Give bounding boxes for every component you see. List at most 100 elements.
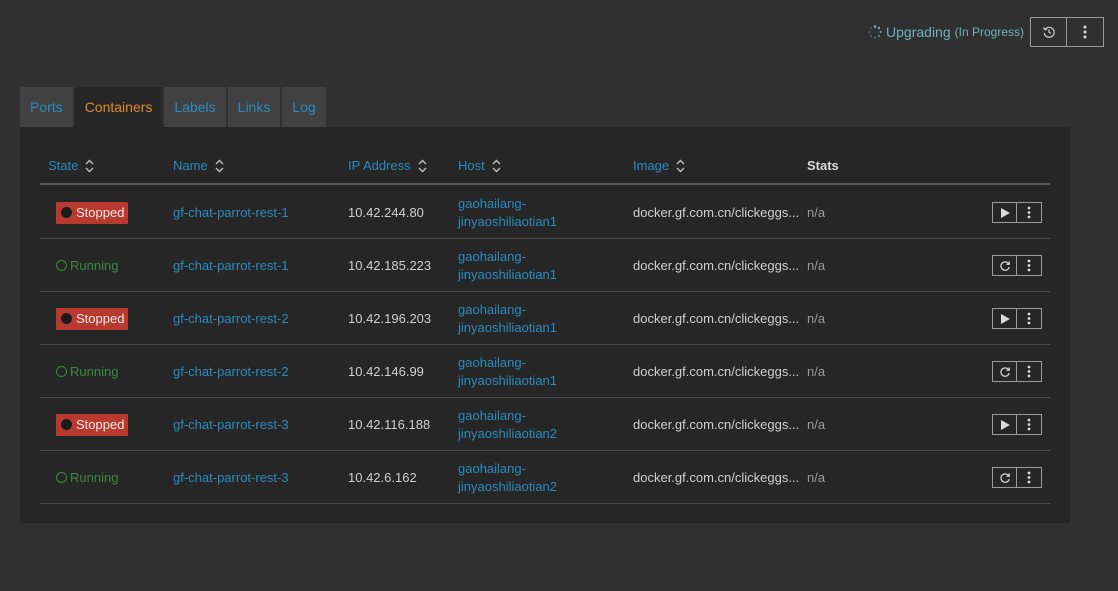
column-header-host[interactable]: Host: [458, 158, 501, 173]
host-link[interactable]: gaohailang-jinyaoshiliaotian2: [458, 398, 557, 451]
state-cell: Stopped: [56, 186, 129, 239]
row-more-button[interactable]: [1017, 414, 1042, 435]
container-name-link[interactable]: gf-chat-parrot-rest-3: [173, 451, 289, 504]
more-vertical-icon: [1027, 365, 1031, 378]
row-more-button[interactable]: [1017, 202, 1042, 223]
container-name-link[interactable]: gf-chat-parrot-rest-1: [173, 239, 289, 292]
column-header-state[interactable]: State: [48, 158, 94, 173]
ip-address: 10.42.185.223: [348, 258, 432, 273]
stats-value: n/a: [807, 258, 826, 273]
host-line-1: gaohailang-: [458, 248, 526, 264]
ip-address: 10.42.196.203: [348, 311, 432, 326]
state-cell: Stopped: [56, 292, 129, 345]
column-label: Name: [173, 158, 208, 173]
tab-bar: Ports Containers Labels Links Log: [20, 87, 328, 127]
host-link[interactable]: gaohailang-jinyaoshiliaotian1: [458, 292, 557, 345]
ip-address: 10.42.116.188: [348, 417, 431, 432]
row-more-button[interactable]: [1017, 467, 1042, 488]
container-name-link[interactable]: gf-chat-parrot-rest-1: [173, 186, 289, 239]
host-line-1: gaohailang-: [458, 195, 526, 211]
running-circle-icon: [56, 472, 67, 483]
host-line-2: jinyaoshiliaotian1: [458, 213, 558, 229]
start-button[interactable]: [992, 414, 1017, 435]
upgrade-status: Upgrading (In Progress): [868, 24, 1024, 40]
stats-value: n/a: [807, 205, 826, 220]
tab-log[interactable]: Log: [282, 87, 326, 127]
container-name-link[interactable]: gf-chat-parrot-rest-3: [173, 398, 289, 451]
more-vertical-icon: [1027, 312, 1031, 325]
row-actions: [992, 414, 1042, 435]
history-button[interactable]: [1030, 17, 1067, 47]
row-more-button[interactable]: [1017, 255, 1042, 276]
sort-icon: [215, 159, 224, 172]
image-name: docker.gf.com.cn/clickeggs...: [633, 417, 800, 432]
restart-icon: [999, 472, 1010, 483]
stopped-dot-icon: [61, 313, 72, 324]
sort-icon: [492, 159, 501, 172]
state-cell: Running: [56, 345, 118, 398]
image-name: docker.gf.com.cn/clickeggs...: [633, 470, 800, 485]
host-link[interactable]: gaohailang-jinyaoshiliaotian1: [458, 186, 557, 239]
upgrade-status-label: Upgrading: [886, 24, 951, 40]
column-header-image[interactable]: Image: [633, 158, 685, 173]
row-actions: [992, 255, 1042, 276]
row-actions: [992, 202, 1042, 223]
column-header-name[interactable]: Name: [173, 158, 224, 173]
tab-links[interactable]: Links: [227, 87, 281, 127]
row-more-button[interactable]: [1017, 308, 1042, 329]
host-line-2: jinyaoshiliaotian1: [458, 319, 558, 335]
stats-value: n/a: [807, 417, 826, 432]
state-cell: Running: [56, 451, 118, 504]
more-options-button[interactable]: [1067, 17, 1104, 47]
row-more-button[interactable]: [1017, 361, 1042, 382]
status-badge-stopped: Stopped: [56, 307, 129, 330]
tab-labels[interactable]: Labels: [164, 87, 226, 127]
stopped-dot-icon: [61, 207, 72, 218]
container-name-link[interactable]: gf-chat-parrot-rest-2: [173, 292, 289, 345]
host-line-1: gaohailang-: [458, 301, 526, 317]
host-line-1: gaohailang-: [458, 354, 526, 370]
container-name-link[interactable]: gf-chat-parrot-rest-2: [173, 345, 289, 398]
play-icon: [1000, 419, 1010, 430]
status-badge-running: Running: [56, 364, 118, 379]
host-line-1: gaohailang-: [458, 407, 526, 423]
tab-containers[interactable]: Containers: [74, 87, 163, 127]
ip-address: 10.42.146.99: [348, 364, 424, 379]
stopped-dot-icon: [61, 419, 72, 430]
tab-ports[interactable]: Ports: [20, 87, 73, 127]
state-label: Stopped: [76, 417, 125, 432]
column-label: IP Address: [348, 158, 411, 173]
stats-value: n/a: [807, 311, 826, 326]
restart-icon: [999, 260, 1010, 271]
more-vertical-icon: [1027, 418, 1031, 431]
history-icon: [1042, 26, 1055, 38]
state-label: Running: [70, 258, 119, 273]
image-name: docker.gf.com.cn/clickeggs...: [633, 311, 800, 326]
status-badge-stopped: Stopped: [56, 413, 129, 436]
ip-address: 10.42.244.80: [348, 205, 424, 220]
row-actions: [992, 467, 1042, 488]
column-label: State: [48, 158, 79, 173]
column-header-ip-address[interactable]: IP Address: [348, 158, 427, 173]
play-icon: [1000, 313, 1010, 324]
image-name: docker.gf.com.cn/clickeggs...: [633, 258, 800, 273]
start-button[interactable]: [992, 202, 1017, 223]
table-row: Stopped gf-chat-parrot-rest-3 10.42.116.18…: [40, 398, 1050, 451]
status-badge-stopped: Stopped: [56, 201, 129, 224]
host-link[interactable]: gaohailang-jinyaoshiliaotian2: [458, 451, 557, 504]
host-link[interactable]: gaohailang-jinyaoshiliaotian1: [458, 345, 557, 398]
state-label: Stopped: [76, 205, 125, 220]
state-cell: Stopped: [56, 398, 129, 451]
restart-button[interactable]: [992, 255, 1017, 276]
table-header: State Name IP Address Host Image Stats: [40, 127, 1050, 185]
play-icon: [1000, 207, 1010, 218]
restart-button[interactable]: [992, 467, 1017, 488]
state-label: Running: [70, 470, 119, 485]
start-button[interactable]: [992, 308, 1017, 329]
restart-button[interactable]: [992, 361, 1017, 382]
host-link[interactable]: gaohailang-jinyaoshiliaotian1: [458, 239, 557, 292]
column-label: Stats: [807, 158, 839, 173]
table-row: Running gf-chat-parrot-rest-1 10.42.185.22…: [40, 239, 1050, 292]
image-name: docker.gf.com.cn/clickeggs...: [633, 205, 800, 220]
host-line-2: jinyaoshiliaotian1: [458, 372, 558, 388]
